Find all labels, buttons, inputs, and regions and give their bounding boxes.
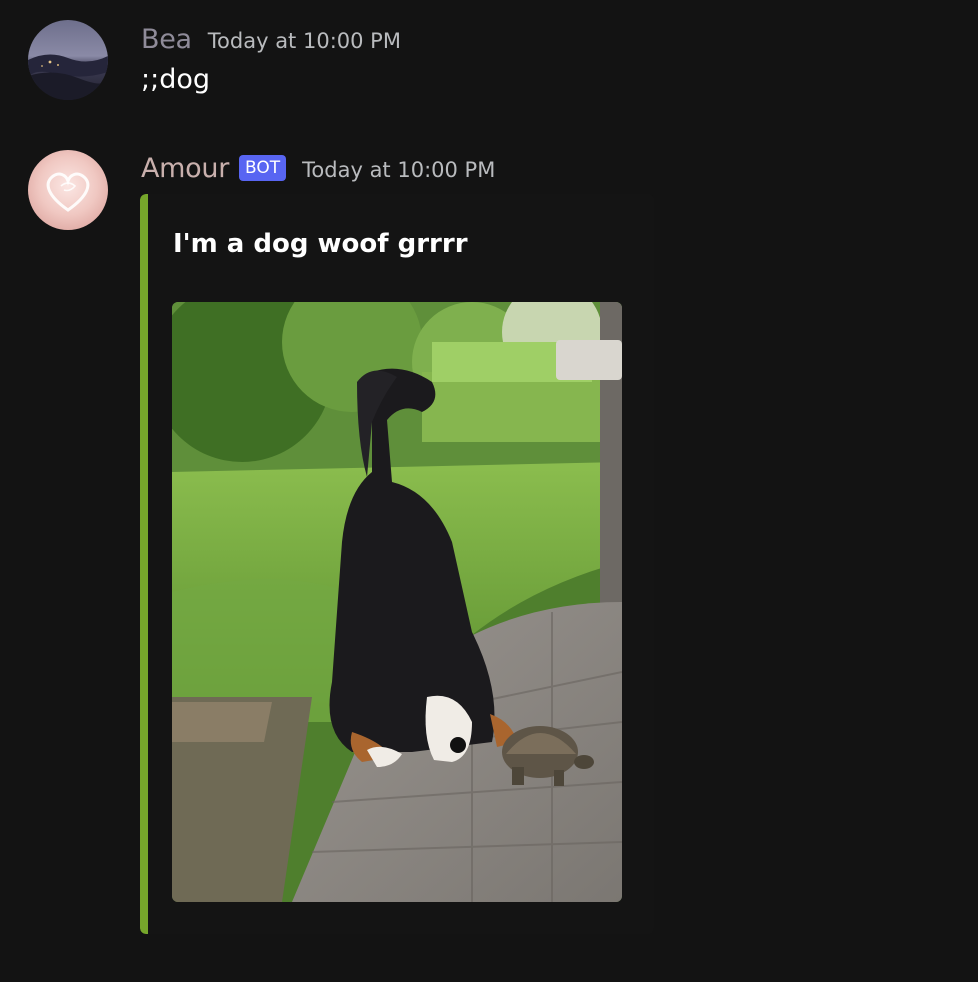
dog-and-tortoise-photo <box>172 302 622 902</box>
embed-title: I'm a dog woof grrrr <box>173 229 468 259</box>
message-content: ;;dog <box>141 64 210 95</box>
message-header: Amour BOT Today at 10:00 PM <box>141 151 495 185</box>
avatar[interactable] <box>28 150 108 230</box>
username[interactable]: Amour <box>141 153 229 184</box>
avatar[interactable] <box>28 20 108 100</box>
message-header: Bea Today at 10:00 PM <box>141 22 401 56</box>
embed-accent-bar <box>140 194 148 934</box>
embed-image[interactable] <box>172 302 622 902</box>
night-landscape-avatar <box>28 20 108 100</box>
chat-messages: Bea Today at 10:00 PM ;;dog Amour BOT To… <box>0 0 978 982</box>
timestamp: Today at 10:00 PM <box>302 158 496 182</box>
username[interactable]: Bea <box>141 24 192 55</box>
timestamp: Today at 10:00 PM <box>207 29 401 53</box>
bot-badge: BOT <box>239 155 287 181</box>
embed: I'm a dog woof grrrr <box>140 194 654 934</box>
pink-heart-avatar <box>28 150 108 230</box>
